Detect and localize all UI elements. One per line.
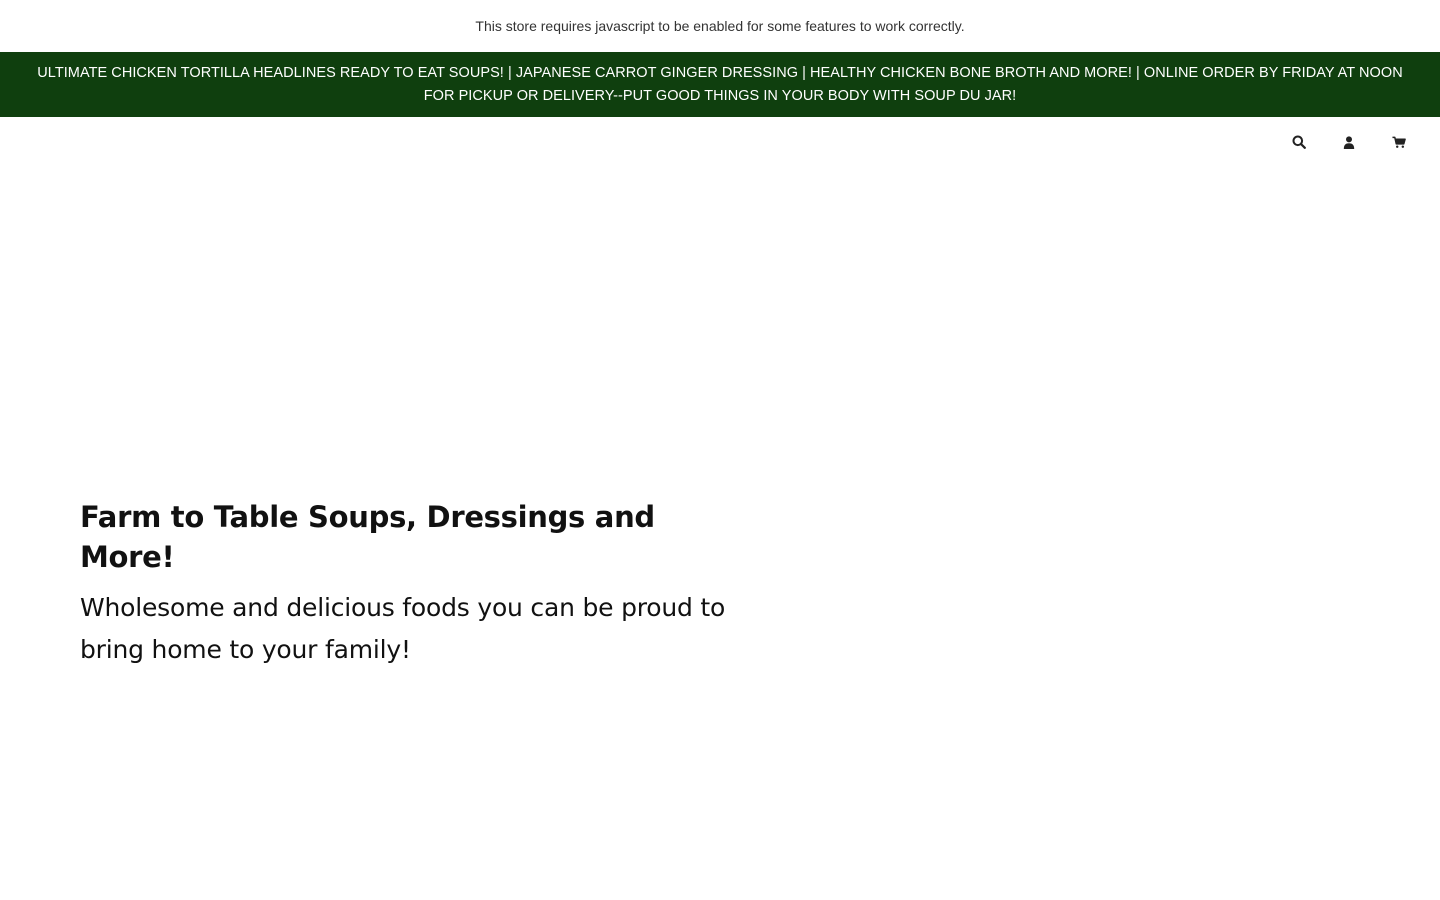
javascript-notice-text: This store requires javascript to be ena… — [475, 18, 965, 34]
cart-icon[interactable] — [1392, 135, 1406, 149]
site-header — [0, 117, 1440, 167]
account-icon[interactable] — [1342, 135, 1356, 149]
announcement-bar: ULTIMATE CHICKEN TORTILLA HEADLINES READ… — [0, 52, 1440, 117]
hero-title: Farm to Table Soups, Dressings and More! — [80, 500, 655, 574]
header-icons — [1292, 117, 1406, 167]
javascript-notice: This store requires javascript to be ena… — [0, 0, 1440, 52]
hero-subtitle: Wholesome and delicious foods you can be… — [80, 593, 726, 664]
hero-section: Farm to Table Soups, Dressings and More!… — [80, 497, 740, 671]
search-icon[interactable] — [1292, 135, 1306, 149]
announcement-text: ULTIMATE CHICKEN TORTILLA HEADLINES READ… — [37, 64, 1403, 104]
